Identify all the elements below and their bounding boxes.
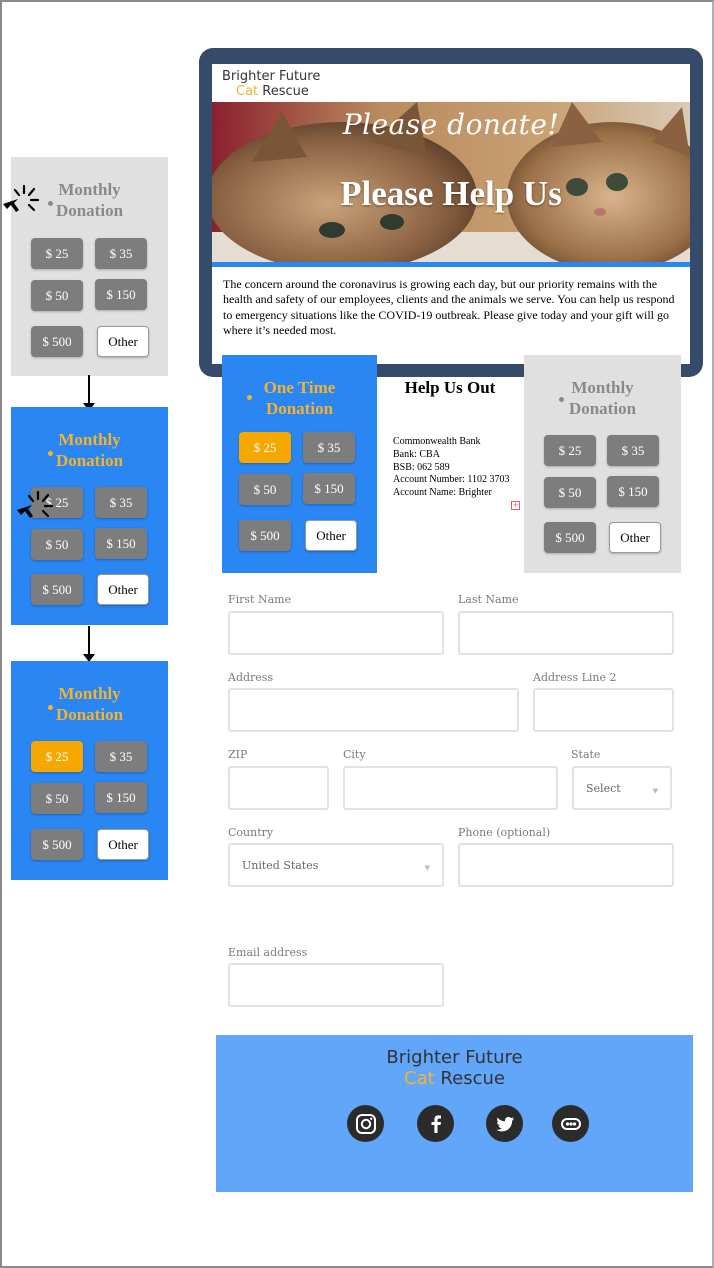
hero-title: Please Help Us	[340, 174, 562, 213]
amount-150-button[interactable]: $ 150	[95, 279, 147, 310]
amount-500-button[interactable]: $ 500	[31, 326, 83, 357]
bank-details: Commonwealth Bank Bank: CBA BSB: 062 589…	[393, 436, 511, 500]
other-amount-button[interactable]: Other	[97, 326, 149, 357]
amount-50-button[interactable]: $ 50	[31, 280, 83, 311]
bank-account-number: Account Number: 1102 3703	[393, 474, 510, 486]
amount-35-button[interactable]: $ 35	[303, 432, 355, 463]
amount-500-button[interactable]: $ 500	[544, 522, 596, 553]
zip-field[interactable]	[228, 766, 329, 810]
chevron-down-icon: ▼	[424, 864, 430, 872]
storyboard-card-3: Monthly Donation $ 25 $ 35 $ 50 $ 150 $ …	[11, 661, 168, 880]
amount-35-button[interactable]: $ 35	[95, 741, 147, 772]
state-select[interactable]: Select ▼	[572, 766, 672, 810]
monthly-donation-panel: Monthly Donation $ 25 $ 35 $ 50 $ 150 $ …	[524, 355, 681, 573]
one-time-donation-panel: One Time Donation $ 25 $ 35 $ 50 $ 150 $…	[222, 355, 377, 573]
card-title: Monthly Donation	[55, 684, 124, 724]
brand-logo: Brighter Future Cat Rescue	[222, 69, 320, 99]
hero-script-text: Please donate!	[342, 108, 560, 141]
address-label: Address	[228, 671, 274, 684]
footer: Brighter Future Cat Rescue	[216, 1035, 693, 1192]
instagram-icon[interactable]	[347, 1105, 384, 1142]
amount-150-button[interactable]: $ 150	[607, 476, 659, 507]
hero-frame: Brighter Future Cat Rescue Please donate…	[199, 48, 703, 377]
accent-divider	[212, 262, 690, 267]
bullet-dot	[48, 705, 53, 710]
bullet-dot	[48, 451, 53, 456]
bank-name: Commonwealth Bank	[393, 436, 481, 447]
amount-50-button[interactable]: $ 50	[544, 477, 596, 508]
flow-arrow	[83, 375, 95, 411]
phone-field[interactable]	[458, 843, 674, 887]
amount-35-button[interactable]: $ 35	[607, 435, 659, 466]
amount-150-button[interactable]: $ 150	[95, 528, 147, 559]
city-field[interactable]	[343, 766, 558, 810]
other-amount-button[interactable]: Other	[305, 520, 357, 551]
broken-image-icon: +	[511, 501, 520, 510]
email-label: Email address	[228, 946, 308, 959]
click-cursor-icon	[16, 490, 56, 529]
bullet-dot	[247, 395, 252, 400]
monthly-title: Monthly Donation	[568, 378, 637, 418]
amount-25-button-selected[interactable]: $ 25	[31, 741, 83, 772]
address-line-2-label: Address Line 2	[533, 671, 617, 684]
amount-50-button[interactable]: $ 50	[31, 529, 83, 560]
city-label: City	[343, 748, 366, 761]
bank-bsb: BSB: 062 589	[393, 461, 450, 473]
brand-cat-word: Cat	[236, 84, 259, 99]
state-select-value: Select	[586, 781, 621, 795]
country-label: Country	[228, 826, 274, 839]
amount-500-button[interactable]: $ 500	[239, 520, 291, 551]
other-amount-button[interactable]: Other	[97, 829, 149, 860]
email-field[interactable]	[228, 963, 444, 1007]
help-us-out-title: Help Us Out	[404, 378, 496, 397]
last-name-field[interactable]	[458, 611, 674, 655]
last-name-label: Last Name	[458, 593, 519, 606]
amount-35-button[interactable]: $ 35	[95, 238, 147, 269]
footer-brand-rescue-word: Rescue	[440, 1068, 505, 1089]
bullet-dot	[48, 201, 53, 206]
bank-code: Bank: CBA	[393, 448, 440, 460]
brand-name: Brighter Future	[222, 69, 321, 84]
country-select-value: United States	[242, 858, 319, 872]
card-title: Monthly Donation	[55, 430, 124, 470]
amount-500-button[interactable]: $ 500	[31, 574, 83, 605]
hero-description: The concern around the coronavirus is gr…	[223, 277, 675, 337]
amount-50-button[interactable]: $ 50	[239, 474, 291, 505]
twitter-icon[interactable]	[486, 1105, 523, 1142]
amount-25-button[interactable]: $ 25	[31, 238, 83, 269]
brand-rescue-word: Rescue	[262, 84, 309, 99]
zip-label: ZIP	[228, 748, 248, 761]
state-label: State	[571, 748, 601, 761]
more-icon[interactable]	[552, 1105, 589, 1142]
chevron-down-icon: ▼	[652, 787, 658, 795]
footer-brand-name: Brighter Future	[386, 1047, 523, 1068]
amount-35-button[interactable]: $ 35	[95, 487, 147, 518]
flow-arrow	[83, 626, 95, 662]
facebook-icon[interactable]	[417, 1105, 454, 1142]
hero-panel: Brighter Future Cat Rescue Please donate…	[212, 64, 690, 364]
amount-50-button[interactable]: $ 50	[31, 783, 83, 814]
one-time-title: One Time Donation	[263, 378, 336, 418]
first-name-label: First Name	[228, 593, 292, 606]
country-select[interactable]: United States ▼	[228, 843, 444, 887]
amount-500-button[interactable]: $ 500	[31, 829, 83, 860]
footer-brand-cat-word: Cat	[404, 1068, 435, 1089]
amount-25-button[interactable]: $ 25	[544, 435, 596, 466]
other-amount-button[interactable]: Other	[97, 574, 149, 605]
bullet-dot	[559, 397, 564, 402]
address-field[interactable]	[228, 688, 519, 732]
address-line-2-field[interactable]	[533, 688, 674, 732]
other-amount-button[interactable]: Other	[609, 522, 661, 553]
amount-150-button[interactable]: $ 150	[303, 473, 355, 504]
footer-brand-logo: Brighter Future Cat Rescue	[216, 1047, 693, 1089]
first-name-field[interactable]	[228, 611, 444, 655]
click-cursor-icon	[2, 184, 42, 223]
phone-label: Phone (optional)	[458, 826, 551, 839]
amount-150-button[interactable]: $ 150	[95, 782, 147, 813]
bank-account-name: Account Name: Brighter	[393, 487, 492, 499]
amount-25-button-selected[interactable]: $ 25	[239, 432, 291, 463]
